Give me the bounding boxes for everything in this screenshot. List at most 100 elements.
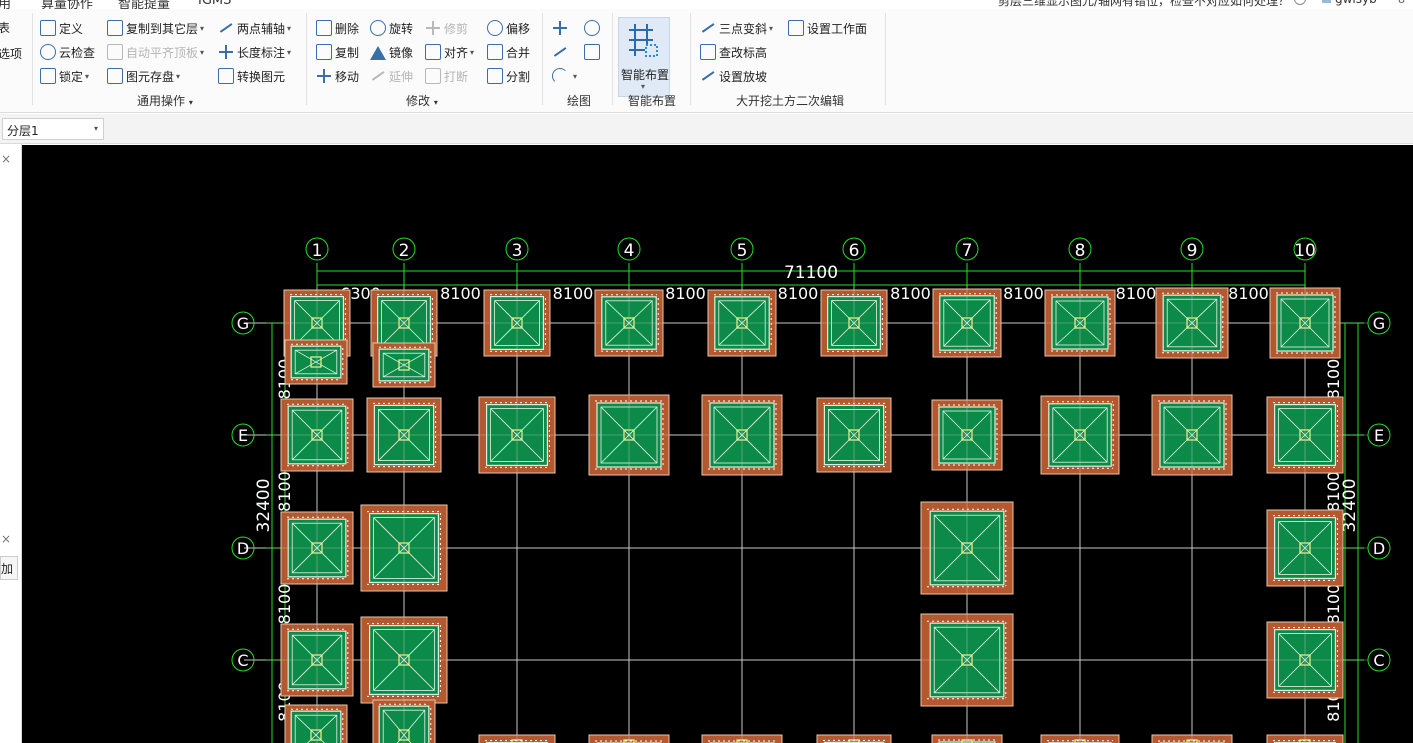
dimension-span: 8100	[1228, 284, 1269, 303]
dimension-span: 8100	[890, 284, 931, 303]
define-icon	[40, 20, 56, 36]
ribbon-fragment-options[interactable]: 选项	[0, 43, 22, 63]
chevron-down-icon: ▾	[176, 71, 181, 81]
draw-point-button[interactable]	[552, 18, 571, 38]
ribbon-fragment-table[interactable]: 表	[0, 17, 10, 37]
user-name[interactable]: gwlsyb	[1335, 0, 1377, 6]
dimension-span: 8100	[553, 284, 594, 303]
trim-button[interactable]: 修剪	[425, 18, 468, 38]
lock-button[interactable]: 锁定 ▾	[40, 66, 89, 86]
copy-button[interactable]: 复制	[316, 42, 359, 62]
extend-icon	[370, 68, 386, 84]
group-label-earthwork: 大开挖土方二次编辑	[736, 94, 845, 108]
length-dimension-button[interactable]: 长度标注 ▾	[218, 42, 291, 62]
aux-axis-icon	[218, 20, 234, 36]
break-icon	[425, 68, 441, 84]
mirror-button[interactable]: 镜像	[370, 42, 413, 62]
group-label-smart: 智能布置	[628, 94, 677, 108]
copy-icon	[316, 44, 332, 60]
chevron-down-icon: ▾	[85, 71, 90, 81]
break-button[interactable]: 打断	[425, 66, 468, 86]
chevron-down-icon: ▾	[470, 47, 475, 57]
dimension-total-height: 32400	[254, 478, 274, 532]
copy-to-layer-button[interactable]: 复制到其它层 ▾	[107, 18, 204, 38]
smart-layout-button[interactable]: 智能布置 ▾	[618, 17, 670, 97]
axis-label-E: E	[238, 426, 248, 445]
convert-elements-button[interactable]: 转换图元	[218, 66, 285, 86]
offset-button[interactable]: 偏移	[487, 18, 530, 38]
dimension-span: 8100	[275, 584, 294, 625]
dimension-span: 8100	[665, 284, 706, 303]
chevron-down-icon: ▾	[641, 82, 646, 91]
draw-line-button[interactable]	[552, 42, 571, 62]
axis-label-C: C	[1373, 651, 1384, 670]
menu-item-igms[interactable]: IGMS	[198, 0, 231, 8]
move-icon	[316, 68, 332, 84]
dimension-span: 8100	[1003, 284, 1044, 303]
delete-button[interactable]: 删除	[316, 18, 359, 38]
split-button[interactable]: 分割	[487, 66, 530, 86]
avatar[interactable]	[1322, 0, 1331, 3]
chevron-down-icon: ▾	[769, 23, 774, 33]
set-work-plane-button[interactable]: 设置工作面	[788, 18, 867, 38]
move-button[interactable]: 移动	[316, 66, 359, 86]
search-icon[interactable]	[1294, 0, 1306, 5]
three-point-slope-button[interactable]: 三点变斜 ▾	[700, 18, 773, 38]
group-separator	[612, 13, 613, 105]
draw-circle-button[interactable]	[584, 18, 603, 38]
axis-label-E: E	[1374, 426, 1384, 445]
group-separator	[306, 13, 307, 105]
dimension-span: 8100	[1324, 471, 1343, 512]
foundation-inner	[290, 710, 342, 743]
dimension-total-length: 71100	[784, 263, 838, 283]
group-label-modify[interactable]: 修改 ▾	[406, 92, 438, 109]
group-label-general[interactable]: 通用操作 ▾	[137, 92, 193, 109]
layer-select[interactable]: 分层1 ▾	[2, 118, 104, 140]
close-icon[interactable]: ×	[1, 152, 11, 166]
two-point-axis-button[interactable]: 两点辅轴 ▾	[218, 18, 291, 38]
split-icon	[487, 68, 503, 84]
rotate-button[interactable]: 旋转	[370, 18, 413, 38]
save-elements-button[interactable]: 图元存盘 ▾	[107, 66, 180, 86]
merge-button[interactable]: 合并	[487, 42, 530, 62]
axis-label-1: 1	[312, 241, 323, 261]
dimension-span: 8100	[1324, 584, 1343, 625]
cloud-check-button[interactable]: 云检查	[40, 42, 95, 62]
align-button[interactable]: 对齐 ▾	[425, 42, 474, 62]
close-icon[interactable]: ×	[1, 532, 11, 546]
set-slope-button[interactable]: 设置放坡	[700, 66, 767, 86]
extend-button[interactable]: 延伸	[370, 66, 413, 86]
foundation-plan[interactable]: 1 2 3 4 5 6 7 8 9 10G GE ED DC C711006300 8100 8100 8100…	[22, 145, 1413, 743]
axis-label-G: G	[1373, 314, 1385, 333]
work-plane-icon	[788, 20, 804, 36]
trash-icon	[316, 20, 332, 36]
draw-rect-button[interactable]	[584, 42, 603, 62]
axis-label-7: 7	[962, 241, 973, 261]
auto-flush-button[interactable]: 自动平齐顶板 ▾	[107, 42, 204, 62]
axis-label-D: D	[1373, 539, 1385, 558]
group-separator	[542, 13, 543, 105]
chevron-down-icon: ▾	[573, 71, 578, 81]
group-label-draw: 绘图	[567, 94, 592, 108]
check-elevation-button[interactable]: 查改标高	[700, 42, 767, 62]
offset-icon	[487, 20, 503, 36]
draw-arc-button[interactable]: ▾	[552, 66, 577, 86]
pile-cap-foundation	[284, 704, 348, 743]
cloud-check-icon	[40, 44, 56, 60]
pile-cap-foundation	[284, 339, 348, 385]
chevron-down-icon: ▾	[200, 47, 205, 57]
flush-icon	[107, 44, 123, 60]
convert-icon	[218, 68, 234, 84]
notification-count[interactable]: 8	[1398, 0, 1405, 6]
group-separator	[690, 13, 691, 105]
define-button[interactable]: 定义	[40, 18, 83, 38]
dimension-span: 8100	[1324, 359, 1343, 400]
help-question-ticker[interactable]: 剪层三维显示图元/轴网有错位，检查不对应如何处理？	[998, 0, 1290, 9]
axis-label-D: D	[237, 539, 249, 558]
dimension-span: 8100	[275, 471, 294, 512]
cad-drawing-canvas[interactable]: 1 2 3 4 5 6 7 8 9 10 G G E E D D C C 71100 6300 8100 8100 8100…	[22, 145, 1413, 743]
elevation-icon	[700, 44, 716, 60]
axis-label-4: 4	[624, 241, 635, 261]
add-button-fragment[interactable]: 加	[0, 556, 18, 580]
dimension-span: 8100	[778, 284, 819, 303]
